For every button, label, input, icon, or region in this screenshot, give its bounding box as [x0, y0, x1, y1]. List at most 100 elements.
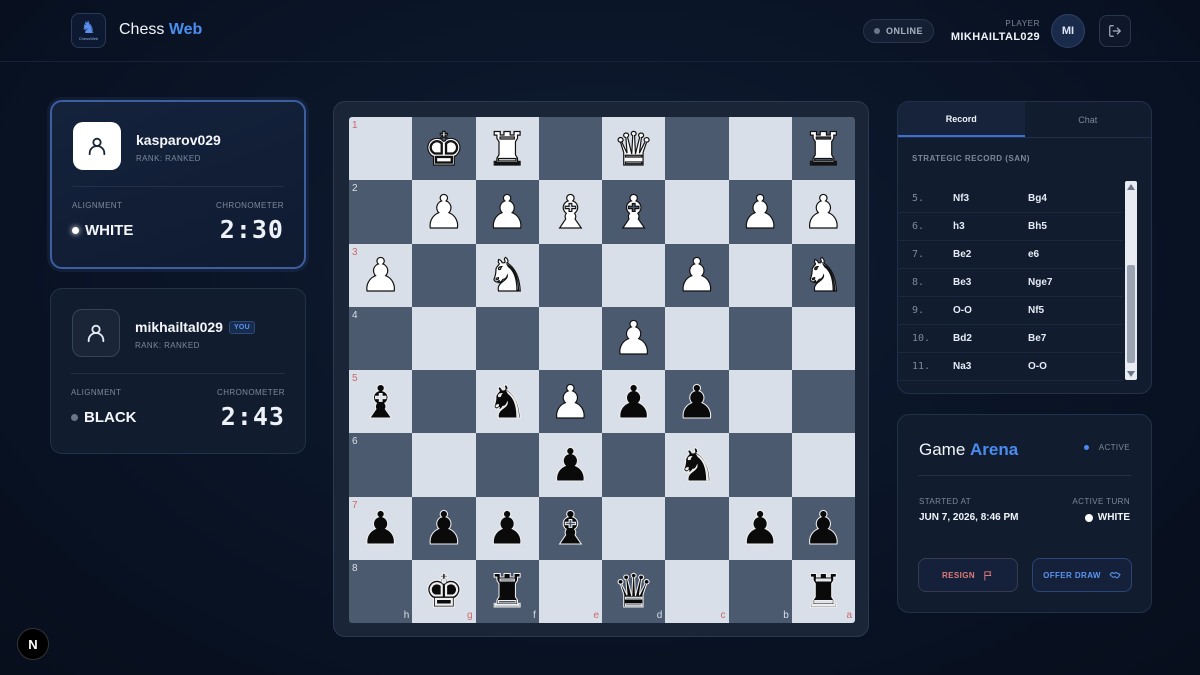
board-square[interactable]: [728, 306, 792, 370]
board-square[interactable]: [602, 496, 666, 560]
white-pawn-icon[interactable]: ♟: [359, 252, 401, 299]
move-row[interactable]: 9. O-O Nf5: [898, 297, 1123, 325]
board-square[interactable]: ♟: [602, 370, 666, 434]
white-pawn-icon[interactable]: ♟: [486, 188, 528, 235]
board-square[interactable]: ♝: [602, 180, 666, 244]
black-pawn-icon[interactable]: ♟: [359, 505, 401, 552]
board-square[interactable]: [412, 306, 476, 370]
logout-button[interactable]: [1099, 15, 1131, 47]
board-square[interactable]: ♟: [791, 180, 855, 244]
board-square[interactable]: f ♜: [475, 559, 539, 623]
board-square[interactable]: ♟: [475, 180, 539, 244]
board-square[interactable]: [602, 433, 666, 497]
board-square[interactable]: [791, 370, 855, 434]
board-square[interactable]: ♛: [602, 117, 666, 181]
white-pawn-icon[interactable]: ♟: [549, 378, 591, 425]
board-square[interactable]: [665, 496, 729, 560]
scroll-thumb[interactable]: [1127, 265, 1135, 363]
board-square[interactable]: e: [538, 559, 602, 623]
scroll-down-icon[interactable]: [1127, 371, 1135, 377]
board-square[interactable]: [475, 433, 539, 497]
board-square[interactable]: 8h: [349, 559, 413, 623]
board-square[interactable]: ♝: [538, 496, 602, 560]
board-square[interactable]: ♞: [475, 243, 539, 307]
board-square[interactable]: 5 ♝: [349, 370, 413, 434]
move-list[interactable]: 5. Nf3 Bg4 6. h3 Bh5 7. Be2 e6 8. Be3 Nge7 9. O-O Nf5 1…: [898, 185, 1123, 381]
move-row[interactable]: 7. Be2 e6: [898, 241, 1123, 269]
black-bishop-icon[interactable]: ♝: [359, 378, 401, 425]
offer-draw-button[interactable]: OFFER DRAW: [1032, 558, 1132, 592]
black-pawn-icon[interactable]: ♟: [549, 441, 591, 488]
board-square[interactable]: [665, 306, 729, 370]
resign-button[interactable]: RESIGN: [918, 558, 1018, 592]
tab-record[interactable]: Record: [898, 102, 1025, 137]
board-square[interactable]: ♞: [791, 243, 855, 307]
black-queen-icon[interactable]: ♛: [612, 568, 654, 615]
black-rook-icon[interactable]: ♜: [486, 568, 528, 615]
board-square[interactable]: b: [728, 559, 792, 623]
board-square[interactable]: d ♛: [602, 559, 666, 623]
board-square[interactable]: 2: [349, 180, 413, 244]
board-square[interactable]: [728, 370, 792, 434]
board-square[interactable]: [791, 433, 855, 497]
board-square[interactable]: ♟: [412, 180, 476, 244]
black-pawn-icon[interactable]: ♟: [486, 505, 528, 552]
user-avatar[interactable]: MI: [1051, 14, 1085, 48]
black-knight-icon[interactable]: ♞: [676, 441, 718, 488]
board-square[interactable]: ♟: [602, 306, 666, 370]
board-square[interactable]: [538, 243, 602, 307]
board-square[interactable]: ♟: [412, 496, 476, 560]
white-pawn-icon[interactable]: ♟: [676, 252, 718, 299]
black-pawn-icon[interactable]: ♟: [612, 378, 654, 425]
board-square[interactable]: [412, 243, 476, 307]
board-square[interactable]: [538, 117, 602, 181]
chess-board[interactable]: 1 ♚ ♜ ♛ ♜ 2 ♟ ♟ ♝ ♝ ♟ ♟ 3 ♟ ♞ ♟ ♞ 4 ♟ 5 ♝ ♞ ♟ ♟ ♟ 6 ♟ ♞ 7 ♟ ♟ ♟ ♝ ♟ ♟ 8 h g ♚ f…: [349, 117, 855, 623]
board-square[interactable]: 6: [349, 433, 413, 497]
white-bishop-icon[interactable]: ♝: [549, 188, 591, 235]
white-pawn-icon[interactable]: ♟: [739, 188, 781, 235]
board-square[interactable]: g ♚: [412, 559, 476, 623]
board-square[interactable]: ♟: [728, 496, 792, 560]
move-list-scrollbar[interactable]: [1125, 181, 1137, 380]
board-square[interactable]: ♟: [728, 180, 792, 244]
move-row[interactable]: 6. h3 Bh5: [898, 213, 1123, 241]
move-row[interactable]: 11. Na3 O-O: [898, 353, 1123, 381]
board-square[interactable]: ♜: [475, 117, 539, 181]
white-queen-icon[interactable]: ♛: [612, 125, 654, 172]
white-knight-icon[interactable]: ♞: [486, 252, 528, 299]
white-bishop-icon[interactable]: ♝: [612, 188, 654, 235]
black-pawn-icon[interactable]: ♟: [802, 505, 844, 552]
move-row[interactable]: 5. Nf3 Bg4: [898, 185, 1123, 213]
board-square[interactable]: [791, 306, 855, 370]
board-square[interactable]: ♞: [475, 370, 539, 434]
board-square[interactable]: 3 ♟: [349, 243, 413, 307]
white-rook-icon[interactable]: ♜: [486, 125, 528, 172]
board-square[interactable]: ♚: [412, 117, 476, 181]
tab-chat[interactable]: Chat: [1025, 102, 1152, 137]
black-pawn-icon[interactable]: ♟: [739, 505, 781, 552]
chess-web-logo[interactable]: ♞ ChessWeb: [71, 13, 106, 48]
board-square[interactable]: [728, 243, 792, 307]
black-bishop-icon[interactable]: ♝: [549, 505, 591, 552]
board-square[interactable]: 1: [349, 117, 413, 181]
black-pawn-icon[interactable]: ♟: [676, 378, 718, 425]
board-square[interactable]: ♟: [538, 370, 602, 434]
board-square[interactable]: ♟: [538, 433, 602, 497]
black-rook-icon[interactable]: ♜: [802, 568, 844, 615]
board-square[interactable]: ♜: [791, 117, 855, 181]
board-square[interactable]: 7 ♟: [349, 496, 413, 560]
board-square[interactable]: [728, 117, 792, 181]
framework-badge[interactable]: N: [17, 628, 49, 660]
board-square[interactable]: ♞: [665, 433, 729, 497]
move-row[interactable]: 8. Be3 Nge7: [898, 269, 1123, 297]
black-pawn-icon[interactable]: ♟: [423, 505, 465, 552]
white-pawn-icon[interactable]: ♟: [423, 188, 465, 235]
white-pawn-icon[interactable]: ♟: [612, 315, 654, 362]
board-square[interactable]: [728, 433, 792, 497]
board-square[interactable]: ♝: [538, 180, 602, 244]
board-square[interactable]: [475, 306, 539, 370]
move-row[interactable]: 10. Bd2 Be7: [898, 325, 1123, 353]
white-pawn-icon[interactable]: ♟: [802, 188, 844, 235]
board-square[interactable]: [665, 180, 729, 244]
black-knight-icon[interactable]: ♞: [486, 378, 528, 425]
